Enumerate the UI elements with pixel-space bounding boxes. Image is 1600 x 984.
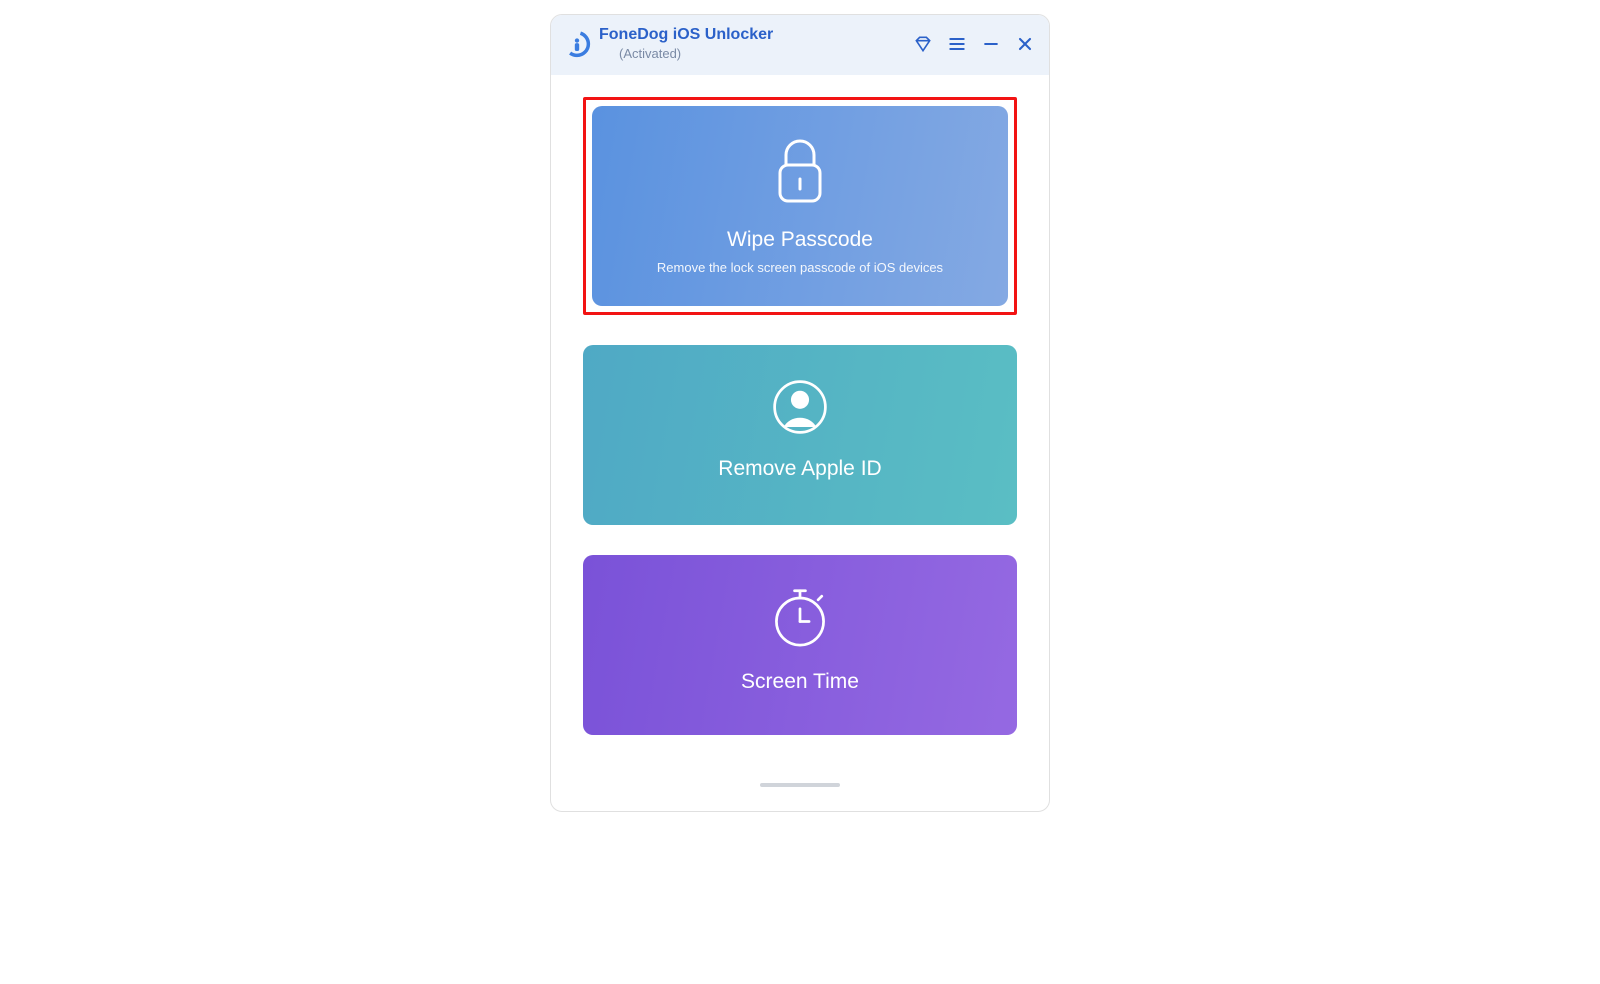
titlebar-left: FoneDog iOS Unlocker (Activated): [563, 25, 773, 63]
app-window: FoneDog iOS Unlocker (Activated): [550, 14, 1050, 812]
close-icon[interactable]: [1015, 34, 1035, 54]
titlebar: FoneDog iOS Unlocker (Activated): [551, 15, 1049, 75]
minimize-icon[interactable]: [981, 34, 1001, 54]
diamond-icon[interactable]: [913, 34, 933, 54]
stopwatch-icon: [771, 585, 829, 654]
title-block: FoneDog iOS Unlocker (Activated): [599, 25, 773, 63]
app-logo-icon: [563, 30, 591, 58]
activation-status: (Activated): [619, 46, 773, 63]
content-area: Wipe Passcode Remove the lock screen pas…: [551, 75, 1049, 811]
remove-apple-id-card[interactable]: Remove Apple ID: [583, 345, 1017, 525]
wipe-passcode-subtitle: Remove the lock screen passcode of iOS d…: [657, 260, 943, 275]
screen-time-title: Screen Time: [741, 670, 859, 694]
menu-icon[interactable]: [947, 34, 967, 54]
person-icon: [771, 378, 829, 441]
wipe-passcode-card[interactable]: Wipe Passcode Remove the lock screen pas…: [592, 106, 1008, 306]
lock-icon: [768, 135, 832, 212]
highlight-box: Wipe Passcode Remove the lock screen pas…: [583, 97, 1017, 315]
app-title: FoneDog iOS Unlocker: [599, 25, 773, 46]
drag-handle[interactable]: [760, 783, 840, 787]
screen-time-card[interactable]: Screen Time: [583, 555, 1017, 735]
remove-apple-id-title: Remove Apple ID: [718, 457, 881, 481]
wipe-passcode-title: Wipe Passcode: [727, 228, 873, 252]
titlebar-controls: [913, 34, 1035, 54]
